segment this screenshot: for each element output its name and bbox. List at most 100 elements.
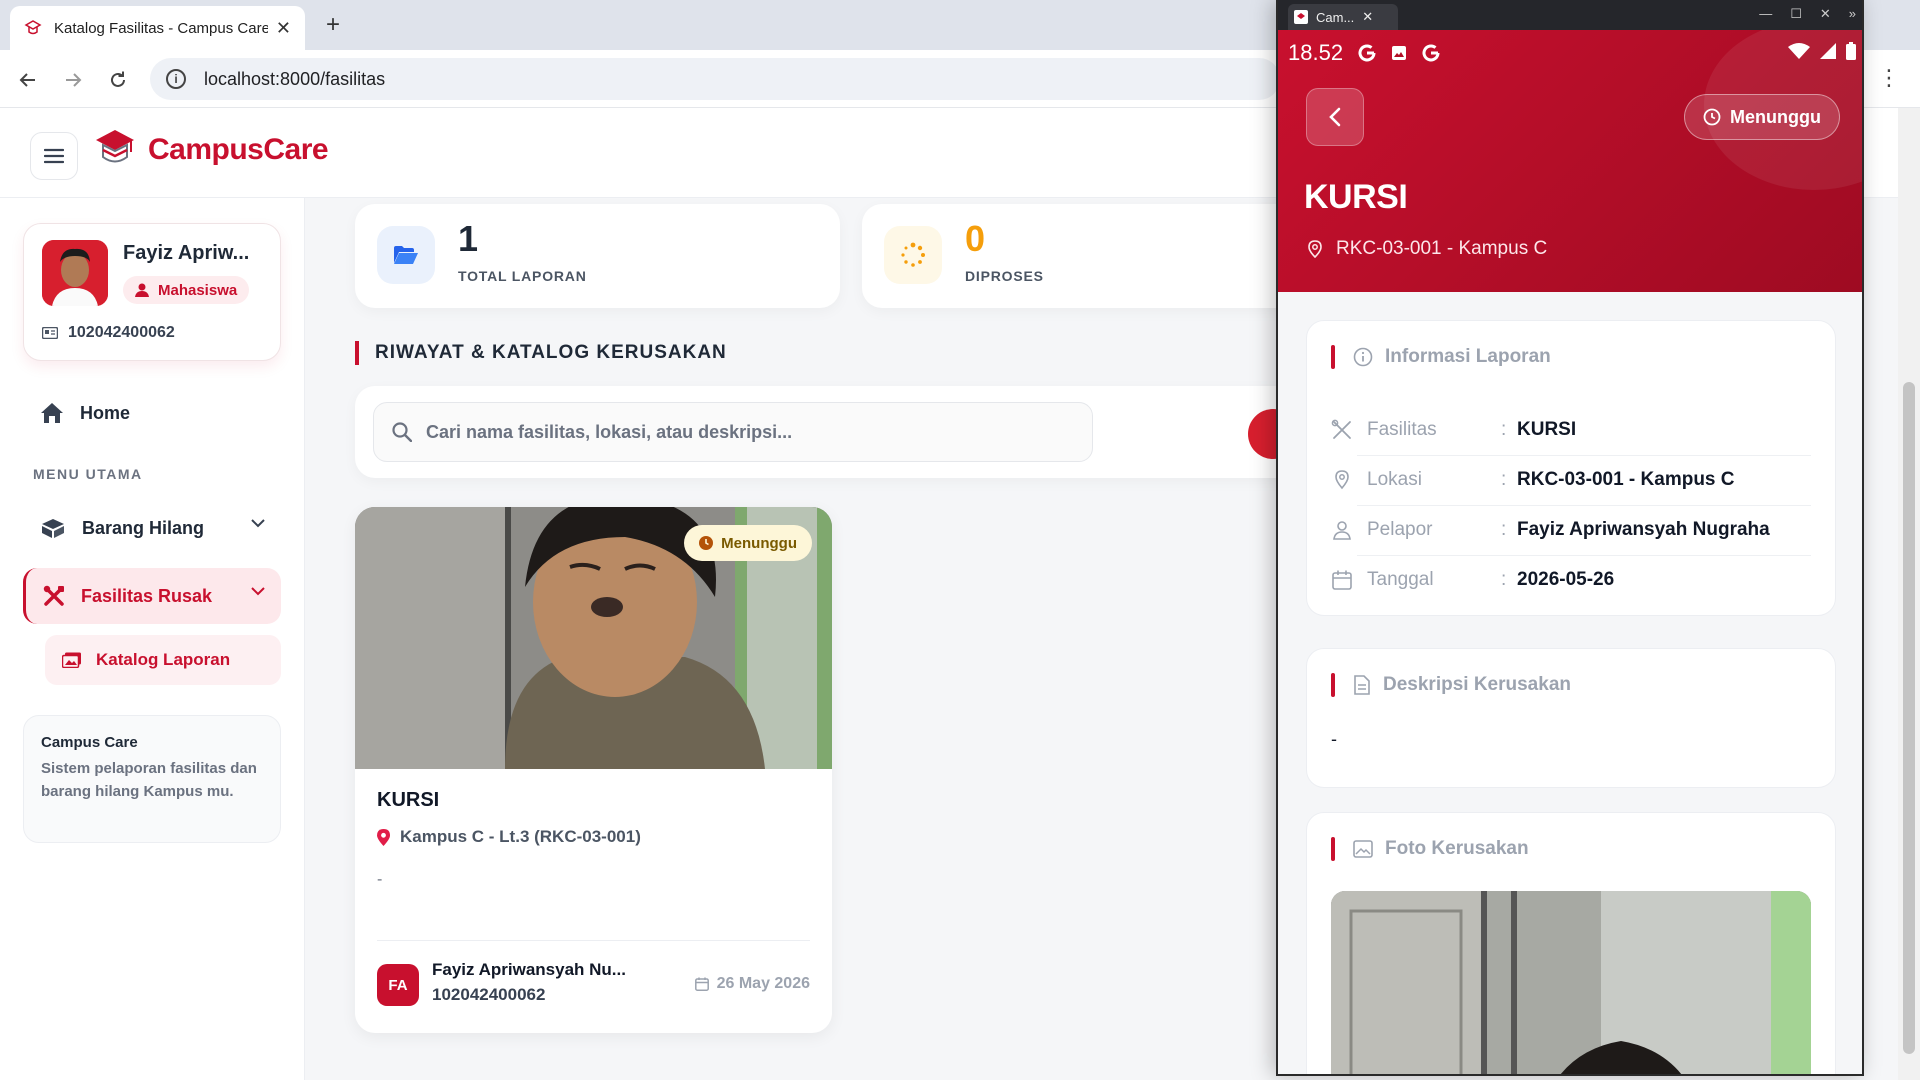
home-icon: [41, 403, 63, 423]
nim-text: 102042400062: [68, 324, 175, 341]
sidebar-item-barang-hilang[interactable]: Barang Hilang: [23, 500, 281, 556]
detail-body: Informasi Laporan Fasilitas : KURSI Loka…: [1278, 292, 1862, 1074]
phone-status-icons: [1788, 42, 1856, 60]
id-card-icon: [42, 327, 58, 339]
browser-tab[interactable]: Katalog Fasilitas - Campus Care ✕: [10, 6, 305, 50]
emulator-tab-close-icon[interactable]: ✕: [1362, 9, 1373, 25]
search-input[interactable]: Cari nama fasilitas, lokasi, atau deskri…: [373, 402, 1093, 462]
graduation-cap-logo-icon: [96, 130, 134, 163]
tab-close-icon[interactable]: ✕: [276, 18, 291, 39]
info-card-header: Informasi Laporan: [1331, 345, 1551, 369]
search-panel: Cari nama fasilitas, lokasi, atau deskri…: [355, 386, 1335, 478]
pin-icon: [1335, 470, 1349, 490]
back-icon[interactable]: [12, 64, 44, 96]
image-notification-icon: [1392, 46, 1407, 60]
description-card-header: Deskripsi Kerusakan: [1331, 673, 1571, 697]
profile-name: Fayiz Apriw...: [123, 242, 250, 264]
battery-icon: [1846, 42, 1856, 60]
description-card-title: Deskripsi Kerusakan: [1383, 674, 1571, 695]
info-card: Informasi Laporan Fasilitas : KURSI Loka…: [1306, 320, 1836, 616]
window-controls: — ☐ ✕ »: [1759, 6, 1856, 22]
damage-photo[interactable]: [1331, 891, 1811, 1074]
wifi-icon: [1788, 43, 1810, 59]
clock-icon: [699, 536, 714, 550]
sidebar-subitem-katalog-laporan[interactable]: Katalog Laporan: [45, 635, 281, 685]
search-placeholder: Cari nama fasilitas, lokasi, atau deskri…: [426, 421, 793, 442]
reporter-avatar: FA: [377, 964, 419, 1006]
chevron-down-icon: [251, 519, 265, 528]
more-icon[interactable]: »: [1849, 6, 1856, 22]
info-circle-icon: [1353, 347, 1373, 367]
report-location-text: Kampus C - Lt.3 (RKC-03-001): [400, 827, 641, 846]
phone-time: 18.52: [1288, 40, 1344, 65]
profile-nim: 102042400062: [42, 324, 175, 342]
minimize-icon[interactable]: —: [1759, 6, 1772, 22]
hamburger-menu-icon[interactable]: [30, 132, 78, 180]
report-date-text: 26 May 2026: [716, 975, 810, 992]
emulator-tab-title: Cam...: [1316, 9, 1355, 25]
emulator-titlebar: Cam... ✕ — ☐ ✕ »: [1278, 0, 1862, 30]
app-logo[interactable]: CampusCare: [92, 126, 329, 174]
field-lokasi: Lokasi : RKC-03-001 - Kampus C: [1331, 455, 1811, 505]
boxes-icon: [42, 519, 64, 538]
url-bar[interactable]: i localhost:8000/fasilitas: [150, 58, 1280, 100]
card-divider: [377, 940, 810, 941]
sidebar-item-fasilitas-rusak[interactable]: Fasilitas Rusak: [23, 568, 281, 624]
page-scrollbar[interactable]: [1898, 108, 1920, 1080]
report-title: KURSI: [377, 789, 440, 811]
stat-total-label: TOTAL LAPORAN: [458, 268, 587, 284]
stat-card-total: 1 TOTAL LAPORAN: [355, 204, 840, 308]
emulator-tab[interactable]: Cam... ✕: [1288, 4, 1398, 30]
brand-name: CampusCare: [148, 133, 329, 166]
browser-menu-icon[interactable]: ⋮: [1878, 67, 1900, 89]
phone-status-bar: 18.52: [1288, 40, 1441, 66]
map-pin-icon: [1308, 240, 1322, 258]
field-value: RKC-03-001 - Kampus C: [1517, 469, 1735, 490]
role-badge: Mahasiswa: [123, 276, 250, 304]
chevron-left-icon: [1329, 107, 1341, 127]
sidebar-item-label: Barang Hilang: [82, 517, 205, 538]
field-fasilitas: Fasilitas : KURSI: [1331, 405, 1811, 455]
detail-status-text: Menunggu: [1730, 106, 1821, 127]
close-icon[interactable]: ✕: [1820, 6, 1831, 22]
user-icon: [1333, 521, 1351, 540]
stat-diproses-value: 0: [965, 218, 986, 259]
detail-hero: 18.52 Menunggu KURSI RKC-03-001 - Kampus…: [1278, 30, 1862, 292]
image-icon: [1353, 840, 1373, 858]
sidebar-item-label: Home: [80, 402, 131, 423]
detail-title: KURSI: [1304, 178, 1408, 216]
detail-location-text: RKC-03-001 - Kampus C: [1336, 238, 1548, 259]
images-icon: [62, 652, 81, 668]
scrollbar-thumb[interactable]: [1903, 382, 1915, 1054]
sidebar-item-home[interactable]: Home: [40, 402, 130, 424]
maximize-icon[interactable]: ☐: [1790, 6, 1802, 22]
info-text: Sistem pelaporan fasilitas dan barang hi…: [41, 760, 257, 800]
chevron-down-icon: [251, 587, 265, 596]
avatar: [42, 240, 108, 306]
signal-icon: [1820, 43, 1836, 59]
status-text: Menunggu: [721, 534, 797, 552]
field-key: Fasilitas: [1367, 419, 1437, 440]
field-key: Pelapor: [1367, 519, 1433, 540]
back-button[interactable]: [1306, 88, 1364, 146]
app-info-box: Campus Care Sistem pelaporan fasilitas d…: [23, 715, 281, 843]
tab-title: Katalog Fasilitas - Campus Care: [54, 19, 268, 37]
google-icon: [1358, 44, 1376, 62]
detail-location: RKC-03-001 - Kampus C: [1308, 238, 1547, 260]
forward-icon[interactable]: [57, 64, 89, 96]
report-card[interactable]: Menunggu KURSI Kampus C - Lt.3 (RKC-03-0…: [355, 507, 832, 1033]
info-title: Campus Care: [41, 734, 138, 751]
spinner-icon: [884, 226, 942, 284]
site-info-icon[interactable]: i: [166, 69, 186, 89]
document-icon: [1354, 675, 1370, 695]
field-value: KURSI: [1517, 419, 1577, 440]
reload-icon[interactable]: [102, 64, 134, 96]
search-icon: [392, 422, 412, 442]
field-key: Lokasi: [1367, 469, 1422, 490]
tools-icon: [43, 585, 64, 606]
map-pin-icon: [377, 828, 390, 846]
photo-card-header: Foto Kerusakan: [1331, 837, 1529, 861]
new-tab-icon[interactable]: +: [318, 10, 348, 40]
profile-card: Fayiz Apriw... Mahasiswa 102042400062: [23, 223, 281, 361]
menu-section-label: MENU UTAMA: [33, 466, 143, 482]
